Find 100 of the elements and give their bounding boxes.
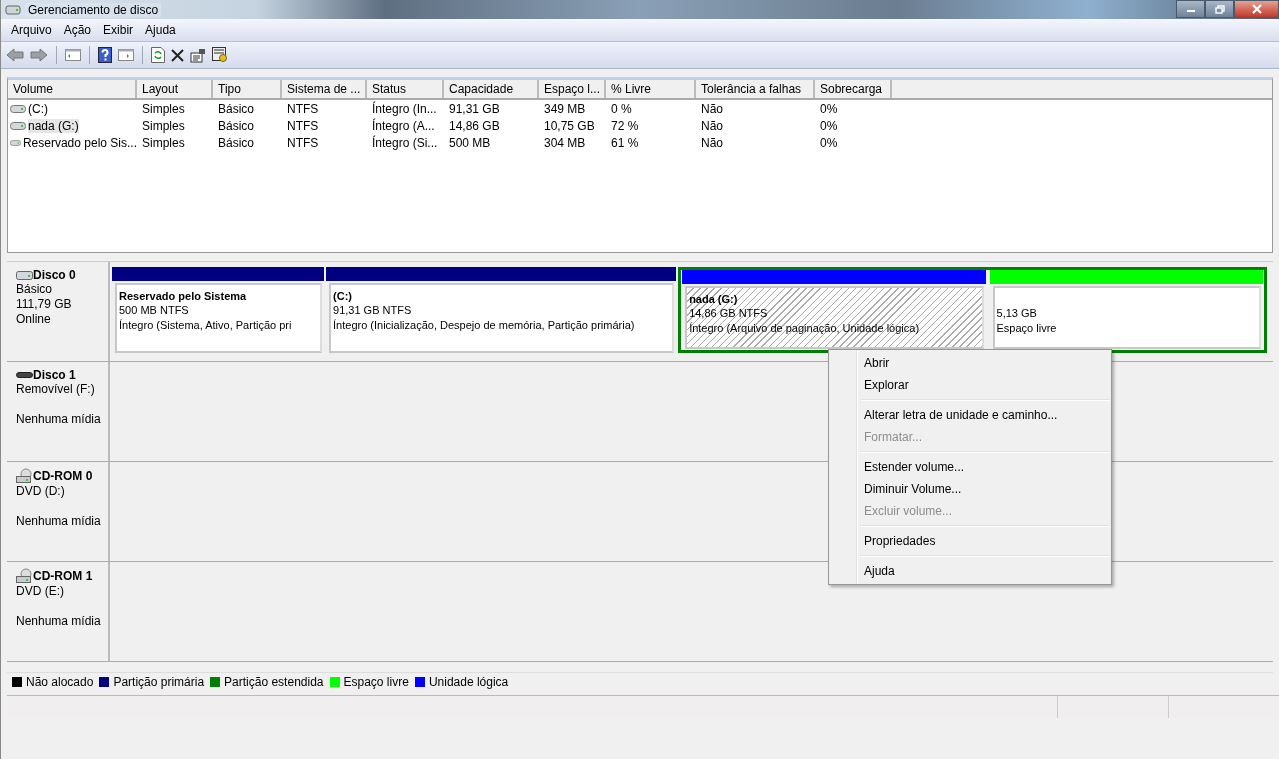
partition-title: (C:) bbox=[333, 289, 353, 303]
table-cell: 0 % bbox=[611, 101, 632, 116]
column-header[interactable]: % Livre bbox=[606, 80, 696, 98]
column-header[interactable]: Tolerância a falhas bbox=[696, 80, 815, 98]
partition-box[interactable]: 5,13 GB Espaço livre bbox=[992, 286, 1261, 349]
menu-item[interactable]: Ação bbox=[57, 23, 98, 37]
column-header[interactable]: Sobrecarga bbox=[815, 80, 892, 98]
column-header[interactable]: Status bbox=[367, 80, 444, 98]
menu-item[interactable]: Ajuda bbox=[139, 23, 182, 37]
table-cell: Básico bbox=[218, 135, 255, 150]
partition-status: Íntegro (Arquivo de paginação, Unidade lógica) bbox=[689, 321, 921, 336]
window-title: Gerenciamento de disco bbox=[25, 2, 162, 17]
partition-size: 500 MB NTFS bbox=[119, 303, 190, 318]
menu-item[interactable]: Alterar letra de unidade e caminho... bbox=[831, 404, 1109, 426]
table-cell: Não bbox=[701, 101, 723, 116]
properties-icon[interactable] bbox=[190, 47, 206, 63]
table-cell: 0% bbox=[820, 101, 838, 116]
partition-status: Espaço livre bbox=[996, 321, 1058, 336]
partition-box[interactable]: Reservado pelo Sistema 500 MB NTFS Íntegro (Sistema, Ativo, Partição pri bbox=[115, 283, 323, 353]
legend-label: Partição primária bbox=[113, 675, 205, 689]
legend-label: Unidade lógica bbox=[428, 675, 509, 689]
table-cell[interactable]: nada (G:) bbox=[28, 118, 79, 133]
disk-label-panel[interactable]: Disco 0 Básico 111,79 GB Online bbox=[7, 262, 110, 361]
table-cell: Simples bbox=[142, 118, 185, 133]
table-cell[interactable]: Reservado pelo Sis... bbox=[22, 135, 137, 150]
table-cell: 72 % bbox=[611, 118, 639, 133]
disk-info: Online bbox=[16, 312, 52, 327]
column-header[interactable]: Layout bbox=[137, 80, 213, 98]
disk-drive-icon bbox=[16, 270, 33, 280]
removable-drive-icon bbox=[16, 372, 33, 378]
table-cell: 0% bbox=[820, 135, 838, 150]
disk-label-panel[interactable]: Disco 1 Removível (F:) Nenhuma mídia bbox=[7, 362, 110, 461]
table-cell: 349 MB bbox=[544, 101, 586, 116]
back-arrow-icon[interactable] bbox=[6, 48, 24, 62]
table-cell: 14,86 GB bbox=[449, 118, 500, 133]
disk-name: Disco 0 bbox=[33, 268, 76, 282]
extended-partition[interactable]: nada (G:) 14,86 GB NTFS Íntegro (Arquivo de paginação, Unidade lógica) 5,13 GB Espaço livre bbox=[678, 267, 1267, 353]
drive-icon bbox=[10, 138, 21, 147]
partition-box[interactable]: (C:) 91,31 GB NTFS Íntegro (Inicialização, Despejo de memória, Partição primária) bbox=[329, 283, 675, 353]
disk-info: DVD (D:) bbox=[16, 484, 66, 499]
disk-info: 111,79 GB bbox=[16, 297, 73, 312]
cd-drive-icon bbox=[16, 468, 33, 484]
table-cell: NTFS bbox=[287, 101, 319, 116]
legend-label: Espaço livre bbox=[343, 675, 409, 689]
minimize-button[interactable] bbox=[1176, 0, 1205, 18]
menu-item[interactable]: Exibir bbox=[97, 23, 140, 37]
menu-item[interactable]: Diminuir Volume... bbox=[831, 478, 1109, 500]
table-cell: Não bbox=[701, 118, 723, 133]
table-cell: NTFS bbox=[287, 118, 319, 133]
partition-size: 14,86 GB NTFS bbox=[689, 306, 769, 321]
menu-item[interactable]: Arquivo bbox=[5, 23, 58, 37]
disk-drive-icon bbox=[5, 2, 21, 17]
partition-status: Íntegro (Sistema, Ativo, Partição pri bbox=[119, 318, 293, 333]
table-cell: Não bbox=[701, 135, 723, 150]
table-cell: 61 % bbox=[611, 135, 639, 150]
disk-info: DVD (E:) bbox=[16, 584, 65, 599]
restore-icon bbox=[1214, 4, 1225, 14]
partition-size: 5,13 GB bbox=[996, 306, 1038, 321]
table-cell[interactable]: (C:) bbox=[28, 101, 48, 116]
column-header[interactable]: Tipo bbox=[213, 80, 282, 98]
table-cell: Íntegro (Si... bbox=[372, 135, 438, 150]
menu-item[interactable]: Propriedades bbox=[831, 530, 1109, 552]
close-button[interactable] bbox=[1234, 0, 1279, 18]
column-header[interactable]: Volume bbox=[8, 80, 137, 98]
disk-name: Disco 1 bbox=[33, 368, 76, 382]
disk-info: Básico bbox=[16, 282, 54, 297]
partition-title: nada (G:) bbox=[689, 292, 739, 306]
cd-drive-icon bbox=[16, 568, 33, 584]
disk-name: CD-ROM 0 bbox=[33, 469, 93, 483]
disk-status: Nenhuma mídia bbox=[16, 412, 102, 427]
table-cell: Simples bbox=[142, 135, 185, 150]
disk-label-panel[interactable]: CD-ROM 0 DVD (D:) Nenhuma mídia bbox=[7, 462, 110, 561]
refresh-icon[interactable] bbox=[151, 47, 165, 63]
help-icon[interactable] bbox=[98, 47, 112, 63]
table-cell: NTFS bbox=[287, 135, 319, 150]
partition-box[interactable]: nada (G:) 14,86 GB NTFS Íntegro (Arquivo de paginação, Unidade lógica) bbox=[685, 286, 984, 349]
menu-item[interactable]: Explorar bbox=[831, 374, 1109, 396]
panel-icon[interactable] bbox=[118, 48, 134, 62]
legend-label: Não alocado bbox=[26, 675, 94, 689]
table-cell: 500 MB bbox=[449, 135, 491, 150]
menu-item[interactable]: Abrir bbox=[831, 352, 1109, 374]
settings-icon[interactable] bbox=[212, 47, 228, 63]
column-header[interactable]: Sistema de ... bbox=[282, 80, 367, 98]
table-cell: Íntegro (A... bbox=[372, 118, 435, 133]
disk-label-panel[interactable]: CD-ROM 1 DVD (E:) Nenhuma mídia bbox=[7, 562, 110, 661]
column-header[interactable]: Espaço l... bbox=[539, 80, 606, 98]
menu-item[interactable]: Estender volume... bbox=[831, 456, 1109, 478]
column-header[interactable]: Capacidade bbox=[444, 80, 539, 98]
disk-name: CD-ROM 1 bbox=[33, 569, 93, 583]
legend-label: Partição estendida bbox=[224, 675, 324, 689]
forward-arrow-icon[interactable] bbox=[30, 48, 48, 62]
restore-button[interactable] bbox=[1205, 0, 1234, 18]
menu-item[interactable]: Ajuda bbox=[831, 560, 1109, 582]
table-cell: 0% bbox=[820, 118, 838, 133]
table-cell: 91,31 GB bbox=[449, 101, 500, 116]
table-cell: Simples bbox=[142, 101, 185, 116]
partition-status: Íntegro (Inicialização, Despejo de memória, Partição primária) bbox=[333, 318, 636, 333]
close-icon[interactable] bbox=[171, 48, 184, 62]
panel-icon[interactable] bbox=[65, 48, 81, 62]
drive-icon bbox=[10, 121, 26, 130]
